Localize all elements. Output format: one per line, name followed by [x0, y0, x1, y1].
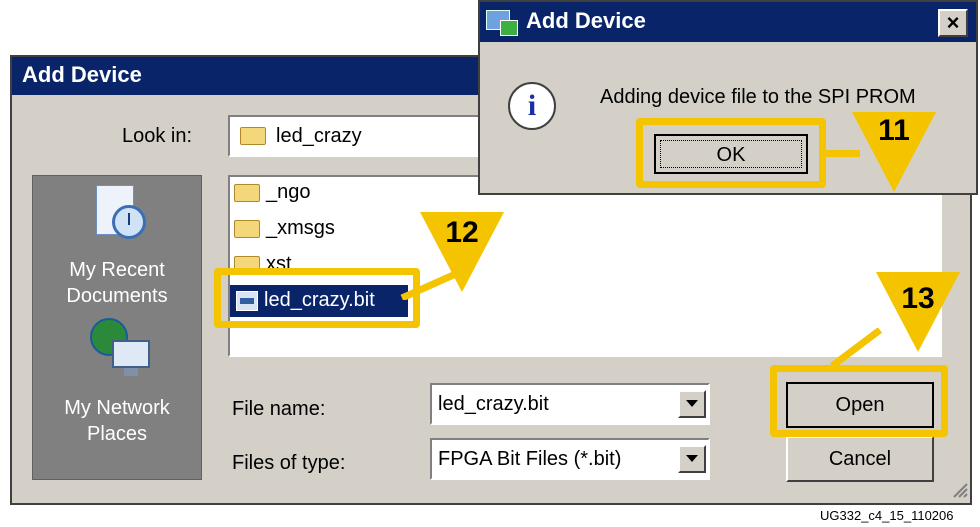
dialog-title: Add Device: [22, 62, 142, 87]
look-in-value: led_crazy: [276, 125, 362, 147]
file-type-label: Files of type:: [232, 452, 346, 474]
chevron-down-icon[interactable]: [678, 445, 706, 473]
place-network-label2[interactable]: Places: [32, 422, 202, 446]
folder-icon: [234, 220, 260, 238]
recent-documents-icon[interactable]: [90, 185, 152, 243]
message-text: Adding device file to the SPI PROM: [600, 86, 916, 108]
chevron-down-icon[interactable]: [678, 390, 706, 418]
info-icon: i: [508, 82, 556, 130]
look-in-label: Look in:: [122, 125, 193, 147]
place-recent-label1[interactable]: My Recent: [32, 258, 202, 282]
folder-icon: [234, 184, 260, 202]
close-icon[interactable]: ×: [938, 9, 968, 37]
file-name-value: led_crazy.bit: [438, 393, 549, 415]
callout-11: 11: [878, 114, 910, 147]
figure-caption: UG332_c4_15_110206: [820, 508, 954, 523]
message-box-title: Add Device: [526, 8, 646, 33]
file-type-select[interactable]: FPGA Bit Files (*.bit): [430, 438, 710, 480]
file-type-value: FPGA Bit Files (*.bit): [438, 448, 622, 470]
callout-12: 12: [445, 216, 479, 249]
file-item-ngo[interactable]: _ngo: [266, 181, 311, 204]
network-places-icon[interactable]: [90, 318, 154, 380]
highlight-file: [214, 268, 420, 328]
look-in-combo[interactable]: led_crazy: [228, 115, 488, 157]
device-icon: [486, 8, 520, 36]
resize-grip-icon[interactable]: [950, 480, 968, 498]
place-recent-label2[interactable]: Documents: [32, 284, 202, 308]
file-item-xmsgs[interactable]: _xmsgs: [266, 217, 335, 240]
folder-icon: [240, 127, 266, 145]
cancel-button[interactable]: Cancel: [786, 436, 934, 482]
file-name-label: File name:: [232, 398, 326, 420]
highlight-open: [770, 365, 948, 437]
file-name-input[interactable]: led_crazy.bit: [430, 383, 710, 425]
callout-13: 13: [901, 282, 935, 315]
highlight-ok: [636, 118, 826, 188]
place-network-label1[interactable]: My Network: [32, 396, 202, 420]
